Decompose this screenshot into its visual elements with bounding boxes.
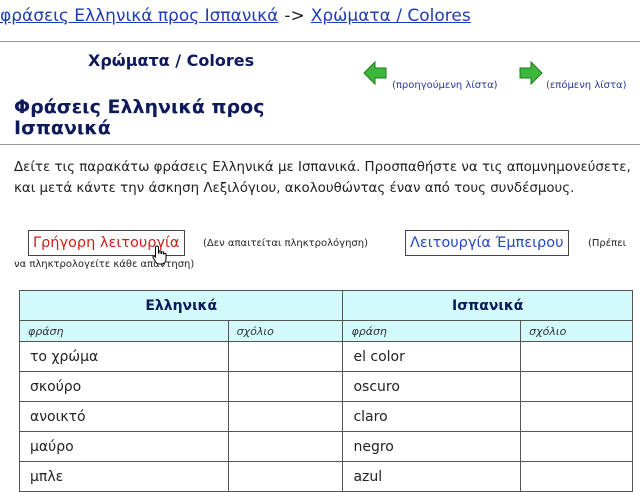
- spanish-phrase: negro: [342, 431, 522, 462]
- greek-phrase: ανοικτό: [19, 401, 229, 432]
- spanish-comment: [520, 371, 633, 402]
- spanish-comment: [520, 431, 633, 462]
- language-header-row: Ελληνικά Ισπανικά: [18, 290, 633, 321]
- greek-phrase-header: φράση: [19, 320, 229, 342]
- greek-comment-header: σχόλιο: [227, 320, 344, 342]
- spanish-phrase: el color: [342, 341, 522, 372]
- expert-mode-note-start: (Πρέπει: [588, 238, 626, 249]
- greek-comment: [227, 341, 344, 372]
- spanish-phrase: claro: [342, 401, 522, 432]
- greek-comment: [227, 461, 344, 492]
- spanish-comment: [520, 401, 633, 432]
- subheader-row: φράση σχόλιο φράση σχόλιο: [19, 320, 633, 342]
- spanish-column-header: Ισπανικά: [342, 290, 633, 321]
- intro-text: Δείτε τις παρακάτω φράσεις Ελληνικά με Ι…: [14, 160, 631, 196]
- greek-phrase: μπλε: [19, 461, 229, 492]
- breadcrumb-link-colors[interactable]: Χρώματα / Colores: [311, 6, 471, 26]
- expert-mode-button[interactable]: Λειτουργία Έμπειρου: [405, 230, 569, 256]
- previous-list-label[interactable]: (προηγούμενη λίστα): [392, 80, 498, 91]
- greek-comment: [227, 401, 344, 432]
- table-row: το χρώμα el color: [19, 341, 633, 372]
- green-left-arrow-icon[interactable]: [362, 60, 388, 86]
- hand-pointer-icon: [152, 245, 167, 265]
- spanish-phrase: oscuro: [342, 371, 522, 402]
- greek-phrase: μαύρο: [19, 431, 229, 462]
- section-divider: [0, 144, 640, 145]
- green-right-arrow-icon[interactable]: [518, 60, 544, 86]
- breadcrumb-separator: ->: [284, 6, 305, 26]
- spanish-comment-header: σχόλιο: [520, 320, 633, 342]
- table-row: ανοικτό claro: [19, 401, 633, 432]
- breadcrumb: φράσεις Ελληνικά προς Ισπανικά -> Χρώματα …: [0, 6, 640, 34]
- table-row: μαύρο negro: [19, 431, 633, 462]
- greek-phrase: σκούρο: [19, 371, 229, 402]
- next-list-label[interactable]: (επόμενη λίστα): [546, 80, 626, 91]
- greek-comment: [227, 371, 344, 402]
- spanish-comment: [520, 341, 633, 372]
- quick-mode-note: (Δεν απαιτείται πληκτρολόγηση): [203, 238, 369, 249]
- breadcrumb-link-phrases[interactable]: φράσεις Ελληνικά προς Ισπανικά: [0, 6, 278, 26]
- table-row: σκούρο oscuro: [19, 371, 633, 402]
- greek-phrase: το χρώμα: [19, 341, 229, 372]
- spanish-phrase-header: φράση: [342, 320, 522, 342]
- section-title: Φράσεις Ελληνικά προς Ισπανικά: [14, 96, 265, 139]
- spanish-phrase: azul: [342, 461, 522, 492]
- vocabulary-table: Ελληνικά Ισπανικά φράση σχόλιο φράση σχό…: [18, 290, 633, 492]
- list-title: Χρώματα / Colores: [88, 51, 255, 70]
- top-divider: [0, 41, 640, 42]
- spanish-comment: [520, 461, 633, 492]
- table-row: μπλε azul: [19, 461, 633, 492]
- greek-comment: [227, 431, 344, 462]
- greek-column-header: Ελληνικά: [18, 290, 344, 321]
